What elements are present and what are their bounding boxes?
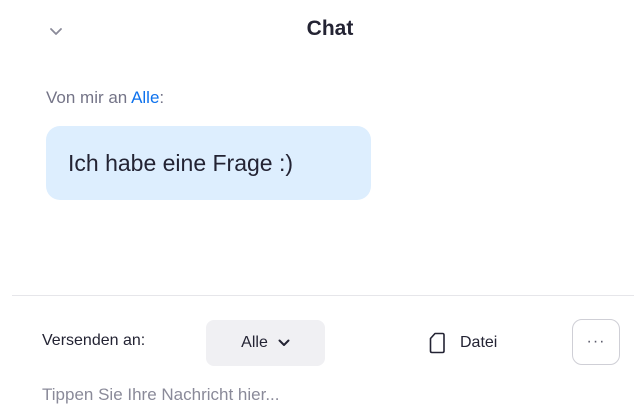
collapse-button[interactable]: [44, 20, 68, 44]
chevron-down-icon: [50, 28, 62, 35]
divider: [12, 295, 634, 296]
file-button-label: Datei: [460, 334, 498, 351]
recipient-dropdown[interactable]: Alle: [206, 320, 325, 366]
message-sender-line: Von mir an Alle:: [46, 88, 164, 108]
send-to-label: Versenden an:: [42, 332, 146, 349]
message-text: Ich habe eine Frage :): [68, 149, 294, 176]
message-recipient-link[interactable]: Alle: [131, 88, 159, 107]
chat-panel: Chat Von mir an Alle: Ich habe eine Frag…: [0, 0, 634, 410]
chat-title: Chat: [306, 17, 354, 40]
recipient-selected-value: Alle: [241, 334, 268, 351]
file-icon: [429, 332, 445, 354]
file-button[interactable]: Datei: [428, 326, 497, 360]
sender-suffix: :: [159, 88, 165, 107]
more-icon: ···: [586, 333, 606, 350]
message-bubble[interactable]: Ich habe eine Frage :): [46, 126, 371, 200]
message-input[interactable]: [42, 382, 602, 408]
more-options-button[interactable]: ···: [572, 319, 620, 365]
sender-prefix: Von mir an: [46, 88, 132, 107]
chat-header: Chat: [0, 0, 634, 60]
chevron-down-icon: [278, 339, 290, 346]
